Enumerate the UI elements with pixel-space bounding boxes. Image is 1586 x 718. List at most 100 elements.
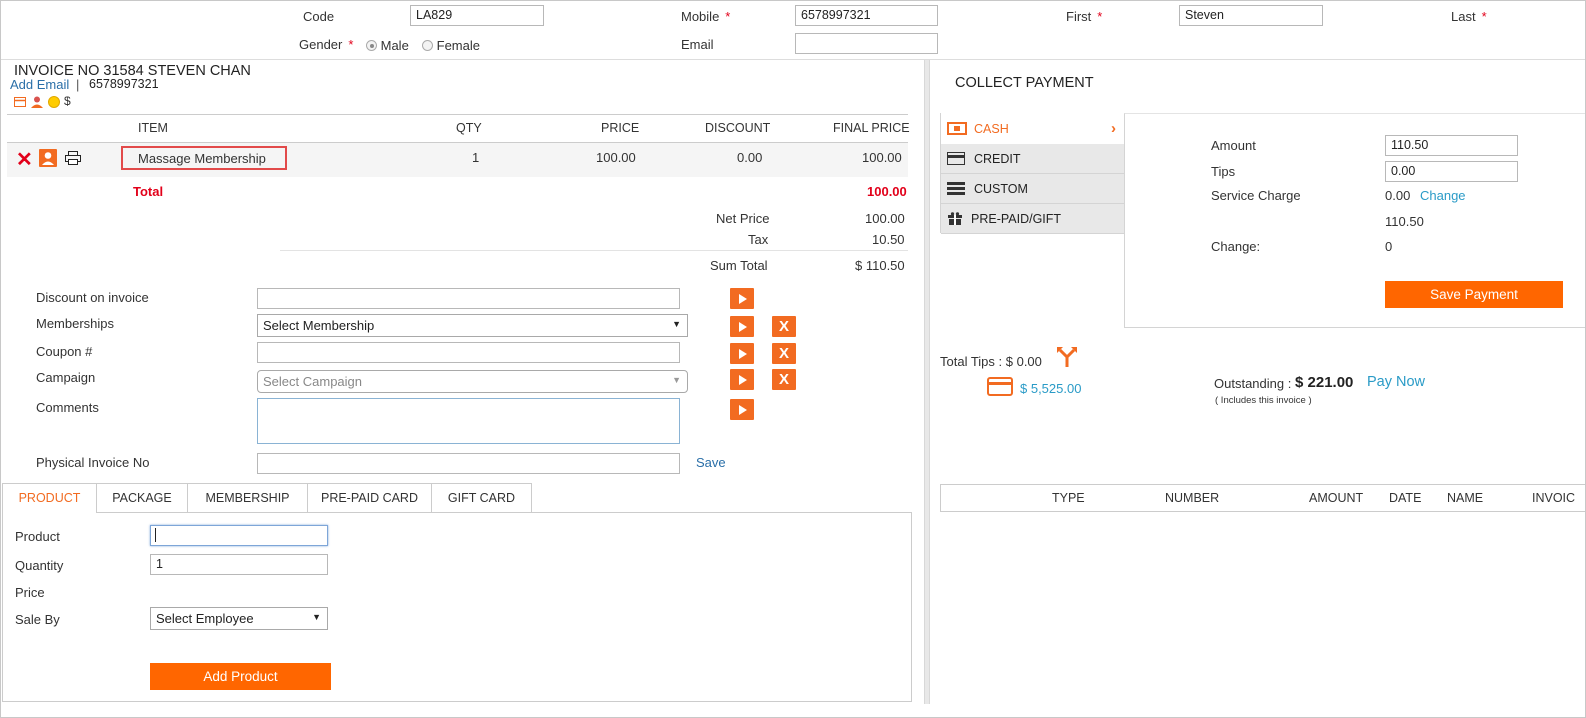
gender-label: Gender *	[299, 37, 354, 52]
method-cash[interactable]: CASH ›	[941, 114, 1124, 144]
gender-female-option[interactable]: Female	[422, 38, 480, 53]
membership-selected: Select Membership	[263, 318, 375, 333]
tab-membership[interactable]: MEMBERSHIP	[187, 483, 308, 513]
assign-employee-icon[interactable]	[39, 149, 57, 167]
history-col-invoice: INVOIC	[1532, 491, 1576, 505]
sum-total-value: $ 110.50	[855, 258, 905, 273]
tab-package[interactable]: PACKAGE	[96, 483, 188, 513]
person-icon	[31, 96, 43, 108]
total-value: 100.00	[867, 184, 907, 199]
item-price: 100.00	[596, 150, 636, 165]
code-input[interactable]: LA829	[410, 5, 544, 26]
cash-icon	[947, 122, 967, 135]
item-final-price: 100.00	[862, 150, 902, 165]
amount-input[interactable]: 110.50	[1385, 135, 1518, 156]
tips-input[interactable]: 0.00	[1385, 161, 1518, 182]
total-tips: Total Tips : $ 0.00	[940, 354, 1042, 369]
sale-by-label: Sale By	[15, 612, 60, 627]
method-credit-label: CREDIT	[974, 152, 1021, 166]
active-tab-gap	[3, 512, 96, 514]
product-input[interactable]	[150, 525, 328, 546]
mobile-input[interactable]: 6578997321	[795, 5, 938, 26]
print-icon[interactable]	[65, 151, 81, 165]
panel-splitter[interactable]	[924, 60, 930, 704]
female-radio[interactable]	[422, 40, 433, 51]
method-custom[interactable]: CUSTOM	[941, 174, 1124, 204]
apply-comments-button[interactable]	[730, 399, 754, 420]
sum-divider	[280, 250, 908, 251]
play-icon	[739, 321, 747, 332]
net-price-value: 100.00	[865, 211, 905, 226]
product-label: Product	[15, 529, 60, 544]
tab-prepaid-card[interactable]: PRE-PAID CARD	[307, 483, 432, 513]
outstanding-label: Outstanding :	[1214, 376, 1292, 391]
physical-invoice-label: Physical Invoice No	[36, 455, 150, 470]
service-charge-value: 0.00	[1385, 188, 1411, 203]
code-label: Code	[303, 9, 335, 24]
x-icon: X	[778, 371, 789, 388]
sale-by-selected: Select Employee	[156, 611, 254, 626]
add-email-link[interactable]: Add Email	[10, 77, 69, 92]
method-credit[interactable]: CREDIT	[941, 144, 1124, 174]
net-price-label: Net Price	[716, 211, 770, 226]
custom-payment-icon	[947, 182, 965, 195]
outstanding-note: ( Includes this invoice )	[1215, 395, 1312, 406]
tab-gift-card[interactable]: GIFT CARD	[431, 483, 532, 513]
campaign-select[interactable]: Select Campaign ▼	[257, 370, 688, 393]
service-charge-label: Service Charge	[1211, 188, 1301, 203]
male-radio[interactable]	[366, 40, 377, 51]
method-prepaid-gift[interactable]: PRE-PAID/GIFT	[941, 204, 1124, 234]
remove-coupon-button[interactable]: X	[772, 343, 796, 364]
remove-membership-button[interactable]: X	[772, 316, 796, 337]
split-tips-icon[interactable]	[1056, 346, 1078, 368]
physical-invoice-input[interactable]	[257, 453, 680, 474]
chevron-right-icon: ›	[1111, 120, 1116, 137]
remove-campaign-button[interactable]: X	[772, 369, 796, 390]
mobile-label: Mobile *	[681, 9, 731, 24]
play-icon	[739, 348, 747, 359]
col-price: PRICE	[601, 121, 640, 135]
history-col-amount: AMOUNT	[1309, 491, 1364, 505]
total-label: Total	[133, 184, 164, 199]
tax-value: 10.50	[872, 232, 905, 247]
method-cash-label: CASH	[974, 122, 1009, 136]
membership-select[interactable]: Select Membership ▼	[257, 314, 688, 337]
history-col-number: NUMBER	[1165, 491, 1220, 505]
play-icon	[739, 374, 747, 385]
history-col-date: DATE	[1389, 491, 1422, 505]
play-icon	[739, 404, 747, 415]
save-physical-invoice-link[interactable]: Save	[696, 455, 726, 470]
discount-input[interactable]	[257, 288, 680, 309]
col-final-price: FINAL PRICE	[833, 121, 910, 135]
gender-male-option[interactable]: Male	[366, 38, 409, 53]
payment-history-header	[940, 484, 1586, 512]
col-discount: DISCOUNT	[705, 121, 771, 135]
apply-campaign-button[interactable]	[730, 369, 754, 390]
quantity-input[interactable]: 1	[150, 554, 328, 575]
apply-coupon-button[interactable]	[730, 343, 754, 364]
dropdown-arrow-icon: ▼	[312, 612, 321, 622]
apply-discount-button[interactable]	[730, 288, 754, 309]
apply-membership-button[interactable]	[730, 316, 754, 337]
save-payment-button[interactable]: Save Payment	[1385, 281, 1563, 308]
last-name-label: Last *	[1451, 9, 1487, 24]
add-product-button[interactable]: Add Product	[150, 663, 331, 690]
table-row: ✕ Massage Membership 1 100.00 0.00 100.0…	[7, 143, 908, 177]
card-icon	[14, 97, 26, 107]
remove-item-icon[interactable]: ✕	[16, 147, 33, 172]
card-balance[interactable]: $ 5,525.00	[1020, 381, 1081, 396]
first-name-input[interactable]: Steven	[1179, 5, 1323, 26]
first-name-label: First *	[1066, 9, 1103, 24]
coin-icon	[48, 96, 60, 108]
header-divider	[1, 59, 1585, 60]
change-service-charge-link[interactable]: Change	[1420, 188, 1466, 203]
pay-now-link[interactable]: Pay Now	[1367, 374, 1425, 390]
sale-by-select[interactable]: Select Employee ▼	[150, 607, 328, 630]
tab-product[interactable]: PRODUCT	[2, 483, 97, 513]
comments-textarea[interactable]	[257, 398, 680, 444]
payment-subtotal: 110.50	[1385, 214, 1424, 229]
item-name-cell: Massage Membership	[121, 146, 287, 170]
email-input[interactable]	[795, 33, 938, 54]
coupon-input[interactable]	[257, 342, 680, 363]
card-balance-icon	[987, 377, 1013, 396]
